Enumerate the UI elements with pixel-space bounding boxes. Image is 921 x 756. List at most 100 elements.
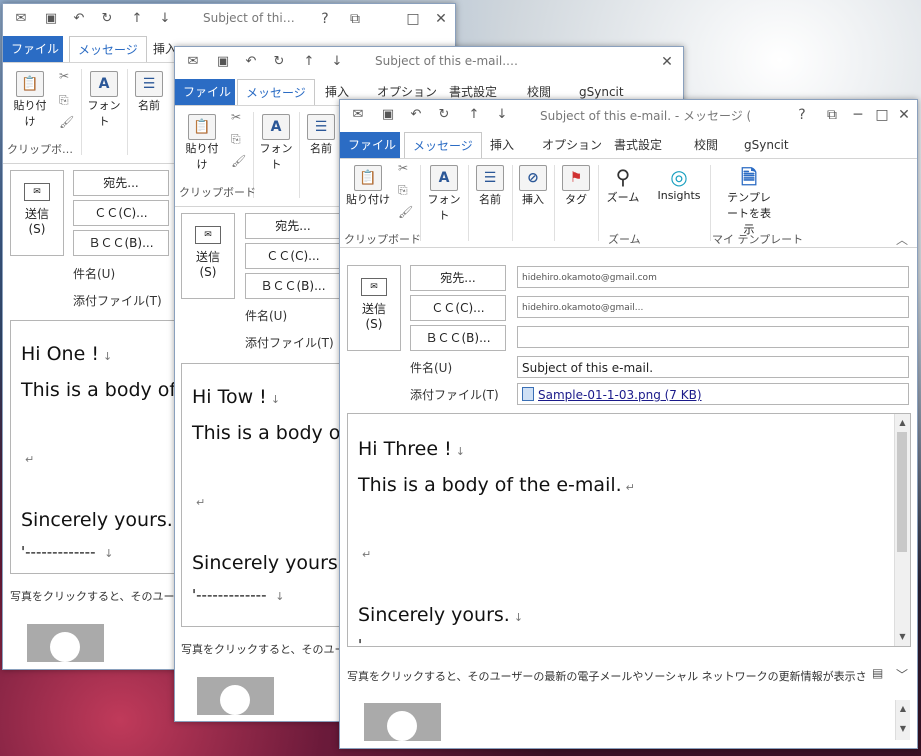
zoom-button[interactable]: ⚲ ズーム — [602, 165, 644, 205]
tab-file[interactable]: ファイル — [175, 79, 235, 105]
font-button[interactable]: A フォント — [424, 165, 464, 223]
scroll-down-icon[interactable]: ▼ — [895, 630, 910, 644]
insert-button[interactable]: ⊘ 挿入 — [516, 165, 550, 207]
message-body[interactable]: Hi Three ! ↓ This is a body of the e-mail… — [347, 413, 911, 647]
down-icon[interactable]: ↓ — [157, 11, 173, 27]
send-button[interactable]: ✉ 送信 (S) — [347, 265, 401, 351]
collapse-ribbon-icon[interactable]: ︿ — [896, 231, 908, 248]
tags-button[interactable]: ⚑ タグ — [558, 165, 594, 207]
cut-icon[interactable]: ✂ — [231, 110, 241, 124]
send-button[interactable]: ✉ 送信 (S) — [10, 170, 64, 256]
to-button[interactable]: 宛先... — [73, 170, 169, 196]
cc-field[interactable]: hidehiro.okamoto@gmail... — [517, 296, 909, 318]
save-icon[interactable]: ▣ — [43, 11, 59, 27]
tab-message[interactable]: メッセージ — [404, 132, 482, 159]
to-button[interactable]: 宛先... — [245, 213, 341, 239]
message-window-3[interactable]: ✉ ▣ ↶ ↻ ↑ ↓ Subject of this e-mail. - メッ… — [339, 99, 918, 749]
scroll-up-icon[interactable]: ▲ — [896, 702, 910, 716]
people-pane-text: 写真をクリックすると、そのユーザ — [181, 643, 357, 656]
people-pane-icon[interactable]: ▤ — [872, 666, 883, 680]
cc-button[interactable]: ＣＣ(C)... — [410, 295, 506, 321]
people-scrollbar[interactable]: ▲ ▼ — [895, 700, 910, 740]
restore-button[interactable]: □ — [399, 8, 427, 30]
scroll-up-icon[interactable]: ▲ — [895, 416, 910, 430]
paste-button[interactable]: 📋 貼り付け — [9, 71, 51, 129]
undo-icon[interactable]: ↶ — [71, 11, 87, 27]
attachment-label: 添付ファイル(T) — [245, 336, 334, 350]
scroll-down-icon[interactable]: ▼ — [896, 722, 910, 736]
format-painter-icon[interactable]: 🖌 — [231, 154, 246, 168]
format-painter-icon[interactable]: 🖌 — [59, 115, 74, 129]
copy-icon[interactable]: ⎘ — [231, 132, 241, 147]
tab-gsyncit[interactable]: gSyncit — [736, 132, 797, 158]
close-button[interactable]: ✕ — [427, 8, 455, 30]
paste-button[interactable]: 📋 貼り付け — [181, 114, 223, 172]
bcc-button[interactable]: ＢＣＣ(B)... — [245, 273, 341, 299]
contact-photo[interactable] — [27, 624, 104, 662]
up-icon[interactable]: ↑ — [466, 107, 482, 123]
tab-options[interactable]: オプション — [534, 132, 610, 158]
close-button[interactable]: ✕ — [653, 51, 681, 73]
cut-icon[interactable]: ✂ — [59, 69, 69, 83]
up-icon[interactable]: ↑ — [301, 54, 317, 70]
tab-message[interactable]: メッセージ — [69, 36, 147, 63]
up-icon[interactable]: ↑ — [129, 11, 145, 27]
cc-button[interactable]: ＣＣ(C)... — [73, 200, 169, 226]
font-button[interactable]: A フォント — [85, 71, 123, 129]
names-button[interactable]: ☰ 名前 — [303, 114, 339, 156]
tab-file[interactable]: ファイル — [3, 36, 63, 62]
copy-icon[interactable]: ⎘ — [59, 93, 69, 108]
template-button[interactable]: 🗎 テンプレートを表示 — [714, 165, 784, 237]
copy-icon[interactable]: ⎘ — [398, 183, 408, 198]
address-book-icon: ☰ — [307, 114, 335, 140]
bcc-field[interactable] — [517, 326, 909, 348]
down-icon[interactable]: ↓ — [329, 54, 345, 70]
scroll-thumb[interactable] — [897, 432, 907, 552]
tab-message[interactable]: メッセージ — [237, 79, 315, 106]
names-button[interactable]: ☰ 名前 — [131, 71, 167, 113]
redo-icon[interactable]: ↻ — [99, 11, 115, 27]
help-button[interactable]: ? — [788, 104, 816, 126]
contact-photo[interactable] — [364, 703, 441, 741]
tab-insert[interactable]: 挿入 — [482, 132, 522, 158]
cc-button[interactable]: ＣＣ(C)... — [245, 243, 341, 269]
separator — [468, 165, 469, 241]
send-button[interactable]: ✉ 送信 (S) — [181, 213, 235, 299]
undo-icon[interactable]: ↶ — [408, 107, 424, 123]
send-envelope-icon: ✉ — [24, 183, 50, 201]
body-scrollbar[interactable]: ▲ ▼ — [894, 414, 910, 646]
to-button[interactable]: 宛先... — [410, 265, 506, 291]
cut-icon[interactable]: ✂ — [398, 161, 408, 175]
tab-format[interactable]: 書式設定 — [606, 132, 670, 158]
attachment-label: 添付ファイル(T) — [73, 294, 162, 308]
bcc-button[interactable]: ＢＣＣ(B)... — [73, 230, 169, 256]
names-button[interactable]: ☰ 名前 — [472, 165, 508, 207]
address-book-icon: ☰ — [135, 71, 163, 97]
format-painter-icon[interactable]: 🖌 — [398, 205, 413, 219]
redo-icon[interactable]: ↻ — [271, 54, 287, 70]
contact-photo[interactable] — [197, 677, 274, 715]
bcc-button[interactable]: ＢＣＣ(B)... — [410, 325, 506, 351]
ribbon-display-button[interactable]: ⧉ — [818, 104, 846, 126]
font-button[interactable]: A フォント — [257, 114, 295, 172]
close-button[interactable]: ✕ — [890, 104, 917, 126]
save-icon[interactable]: ▣ — [215, 54, 231, 70]
tab-file[interactable]: ファイル — [340, 132, 400, 158]
to-field[interactable]: hidehiro.okamoto@gmail.com — [517, 266, 909, 288]
insights-button[interactable]: ◎ Insights — [652, 165, 706, 202]
people-pane-expand-icon[interactable]: ﹀ — [896, 666, 908, 683]
paperclip-icon: ⊘ — [519, 165, 547, 191]
paste-button[interactable]: 📋 貼り付け — [346, 165, 390, 207]
subject-field[interactable]: Subject of this e-mail. — [517, 356, 909, 378]
tab-review[interactable]: 校閲 — [686, 132, 726, 158]
attachment-link[interactable]: Sample-01-1-03.png (7 KB) — [538, 388, 702, 402]
body-closing: Sincerely yours. ↓ — [358, 604, 524, 626]
down-icon[interactable]: ↓ — [494, 107, 510, 123]
ribbon-display-button[interactable]: ⧉ — [341, 8, 369, 30]
help-button[interactable]: ? — [311, 8, 339, 30]
redo-icon[interactable]: ↻ — [436, 107, 452, 123]
attachment-field[interactable]: Sample-01-1-03.png (7 KB) — [517, 383, 909, 405]
undo-icon[interactable]: ↶ — [243, 54, 259, 70]
save-icon[interactable]: ▣ — [380, 107, 396, 123]
font-icon: A — [262, 114, 290, 140]
